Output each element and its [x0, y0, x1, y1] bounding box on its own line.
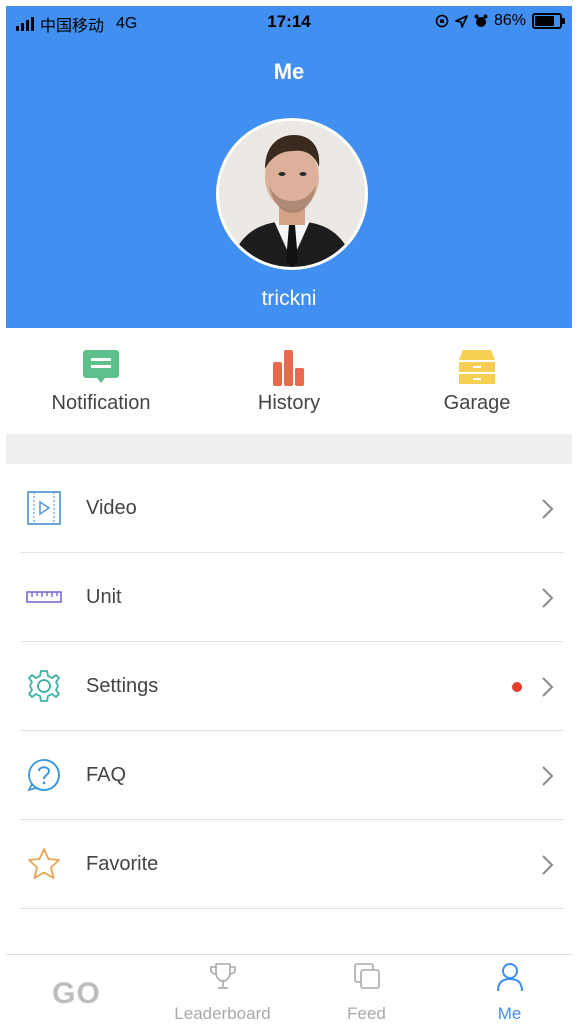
- screen-edge-left: [0, 0, 6, 1023]
- quick-label-history: History: [257, 392, 321, 414]
- menu-item-unit[interactable]: Unit: [6, 553, 572, 642]
- chevron-right-icon: [542, 855, 554, 875]
- chevron-right-icon: [542, 677, 554, 697]
- tab-leaderboard[interactable]: Leaderboard: [152, 955, 293, 1024]
- menu-item-faq[interactable]: FAQ: [6, 731, 572, 820]
- battery-fill: [535, 16, 554, 26]
- battery-percent: 86%: [493, 12, 526, 29]
- quick-label-garage: Garage: [443, 392, 511, 414]
- feed-icon: [353, 963, 380, 989]
- notification-badge-dot: [512, 682, 522, 692]
- screen-edge-right: [572, 0, 578, 1023]
- quick-notification[interactable]: Notification: [6, 346, 196, 415]
- quick-label-notification: Notification: [51, 392, 151, 414]
- menu-list: Video Unit Settings FAQ Favorite: [6, 464, 572, 909]
- tab-bar: GO Leaderboard Feed Me: [6, 954, 572, 1024]
- tab-label-leaderboard: Leaderboard: [174, 1004, 271, 1023]
- ruler-icon: [26, 591, 62, 603]
- quick-actions: Notification History Garage: [6, 328, 572, 434]
- orientation-lock-icon: [435, 14, 449, 28]
- menu-item-video[interactable]: Video: [6, 464, 572, 553]
- location-arrow-icon: [455, 14, 468, 28]
- person-icon: [496, 963, 523, 992]
- notification-icon: [83, 350, 119, 383]
- profile-header: 中国移动 4G 17:14 86% Me trickni: [6, 6, 572, 328]
- row-separator: [20, 908, 564, 909]
- menu-label-favorite: Favorite: [86, 853, 159, 875]
- menu-label-video: Video: [86, 497, 137, 519]
- tab-label-feed: Feed: [347, 1004, 386, 1023]
- chevron-right-icon: [542, 766, 554, 786]
- page-title: Me: [273, 59, 305, 84]
- tab-feed[interactable]: Feed: [296, 955, 437, 1024]
- chevron-right-icon: [542, 588, 554, 608]
- chevron-right-icon: [542, 499, 554, 519]
- alarm-clock-icon: [474, 14, 488, 27]
- history-bar-icon: [273, 350, 304, 386]
- tab-label-me: Me: [497, 1004, 522, 1023]
- menu-item-settings[interactable]: Settings: [6, 642, 572, 731]
- gear-icon: [28, 670, 60, 702]
- tab-me[interactable]: Me: [439, 955, 578, 1024]
- section-divider: [6, 434, 572, 464]
- username: trickni: [261, 287, 317, 310]
- video-icon: [27, 491, 61, 525]
- status-bar: 中国移动 4G 17:14 86%: [6, 6, 572, 38]
- avatar[interactable]: [216, 118, 368, 270]
- garage-drawer-icon: [459, 350, 495, 384]
- battery-icon: [532, 13, 565, 29]
- menu-item-favorite[interactable]: Favorite: [6, 820, 572, 909]
- trophy-icon: [209, 963, 236, 989]
- quick-garage[interactable]: Garage: [382, 346, 572, 415]
- star-icon: [28, 848, 60, 879]
- question-icon: [27, 759, 60, 792]
- menu-label-settings: Settings: [86, 675, 159, 697]
- menu-label-faq: FAQ: [86, 764, 127, 786]
- avatar-photo: [219, 121, 365, 267]
- tab-go[interactable]: GO: [6, 955, 147, 1024]
- status-right: 86%: [435, 12, 565, 30]
- menu-label-unit: Unit: [86, 586, 122, 608]
- go-logo: GO: [52, 977, 101, 1010]
- quick-history[interactable]: History: [194, 346, 384, 415]
